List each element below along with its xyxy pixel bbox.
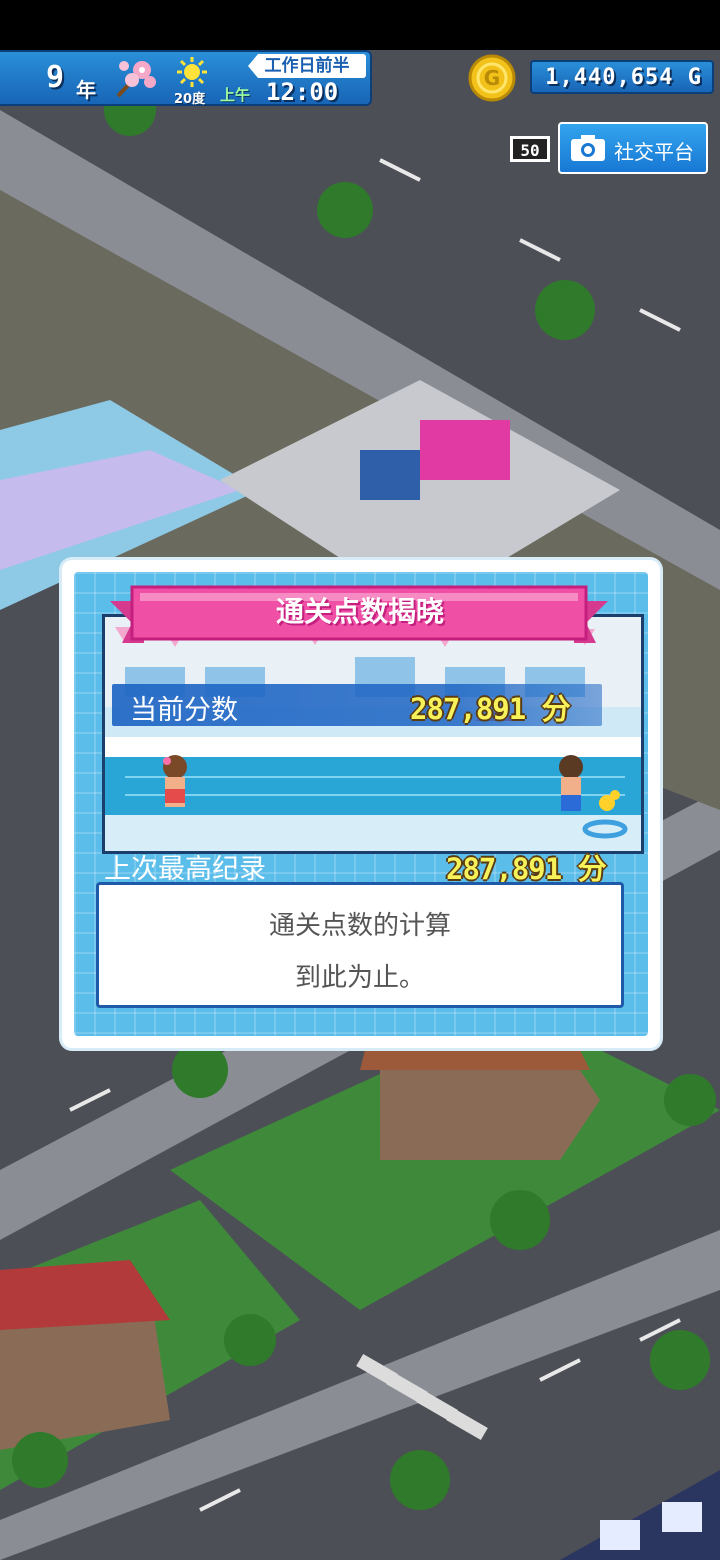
ampm-label: 上午: [220, 86, 251, 104]
coin-icon: G: [468, 54, 516, 102]
clock-time: 12:00: [266, 78, 339, 106]
temperature: 20度: [174, 92, 206, 107]
year-value: 9: [46, 60, 65, 95]
social-platform-button[interactable]: 社交平台: [558, 122, 708, 174]
date-time-panel: 9 年 20度 工作日前半 上午 12:00: [0, 50, 372, 107]
social-platform-label: 社交平台: [614, 140, 694, 164]
dialog-title: 通关点数揭晓: [275, 595, 444, 628]
money-value: 1,440,654 G: [545, 65, 702, 90]
message-line-1: 通关点数的计算: [268, 911, 451, 941]
message-line-2: 到此为止。: [294, 963, 425, 993]
pool-scene-image: [105, 617, 641, 851]
money-panel: 1,440,654 G: [530, 60, 714, 94]
cherry-blossom-icon: [116, 61, 156, 98]
period-tag: 工作日前半: [248, 54, 366, 78]
status-bar: [0, 0, 720, 50]
message-box[interactable]: 通关点数的计算 到此为止。: [96, 882, 624, 1008]
year-unit: 年: [76, 78, 96, 102]
camera-icon: [571, 135, 605, 161]
best-record-label: 上次最高纪录: [104, 854, 266, 885]
current-score-value: 287,891 分: [410, 692, 571, 726]
svg-text:G: G: [484, 66, 500, 90]
sun-icon: [177, 57, 207, 87]
level-badge: 50: [510, 136, 550, 162]
current-score-label: 当前分数: [130, 695, 238, 726]
pool-illustration: [102, 614, 644, 854]
